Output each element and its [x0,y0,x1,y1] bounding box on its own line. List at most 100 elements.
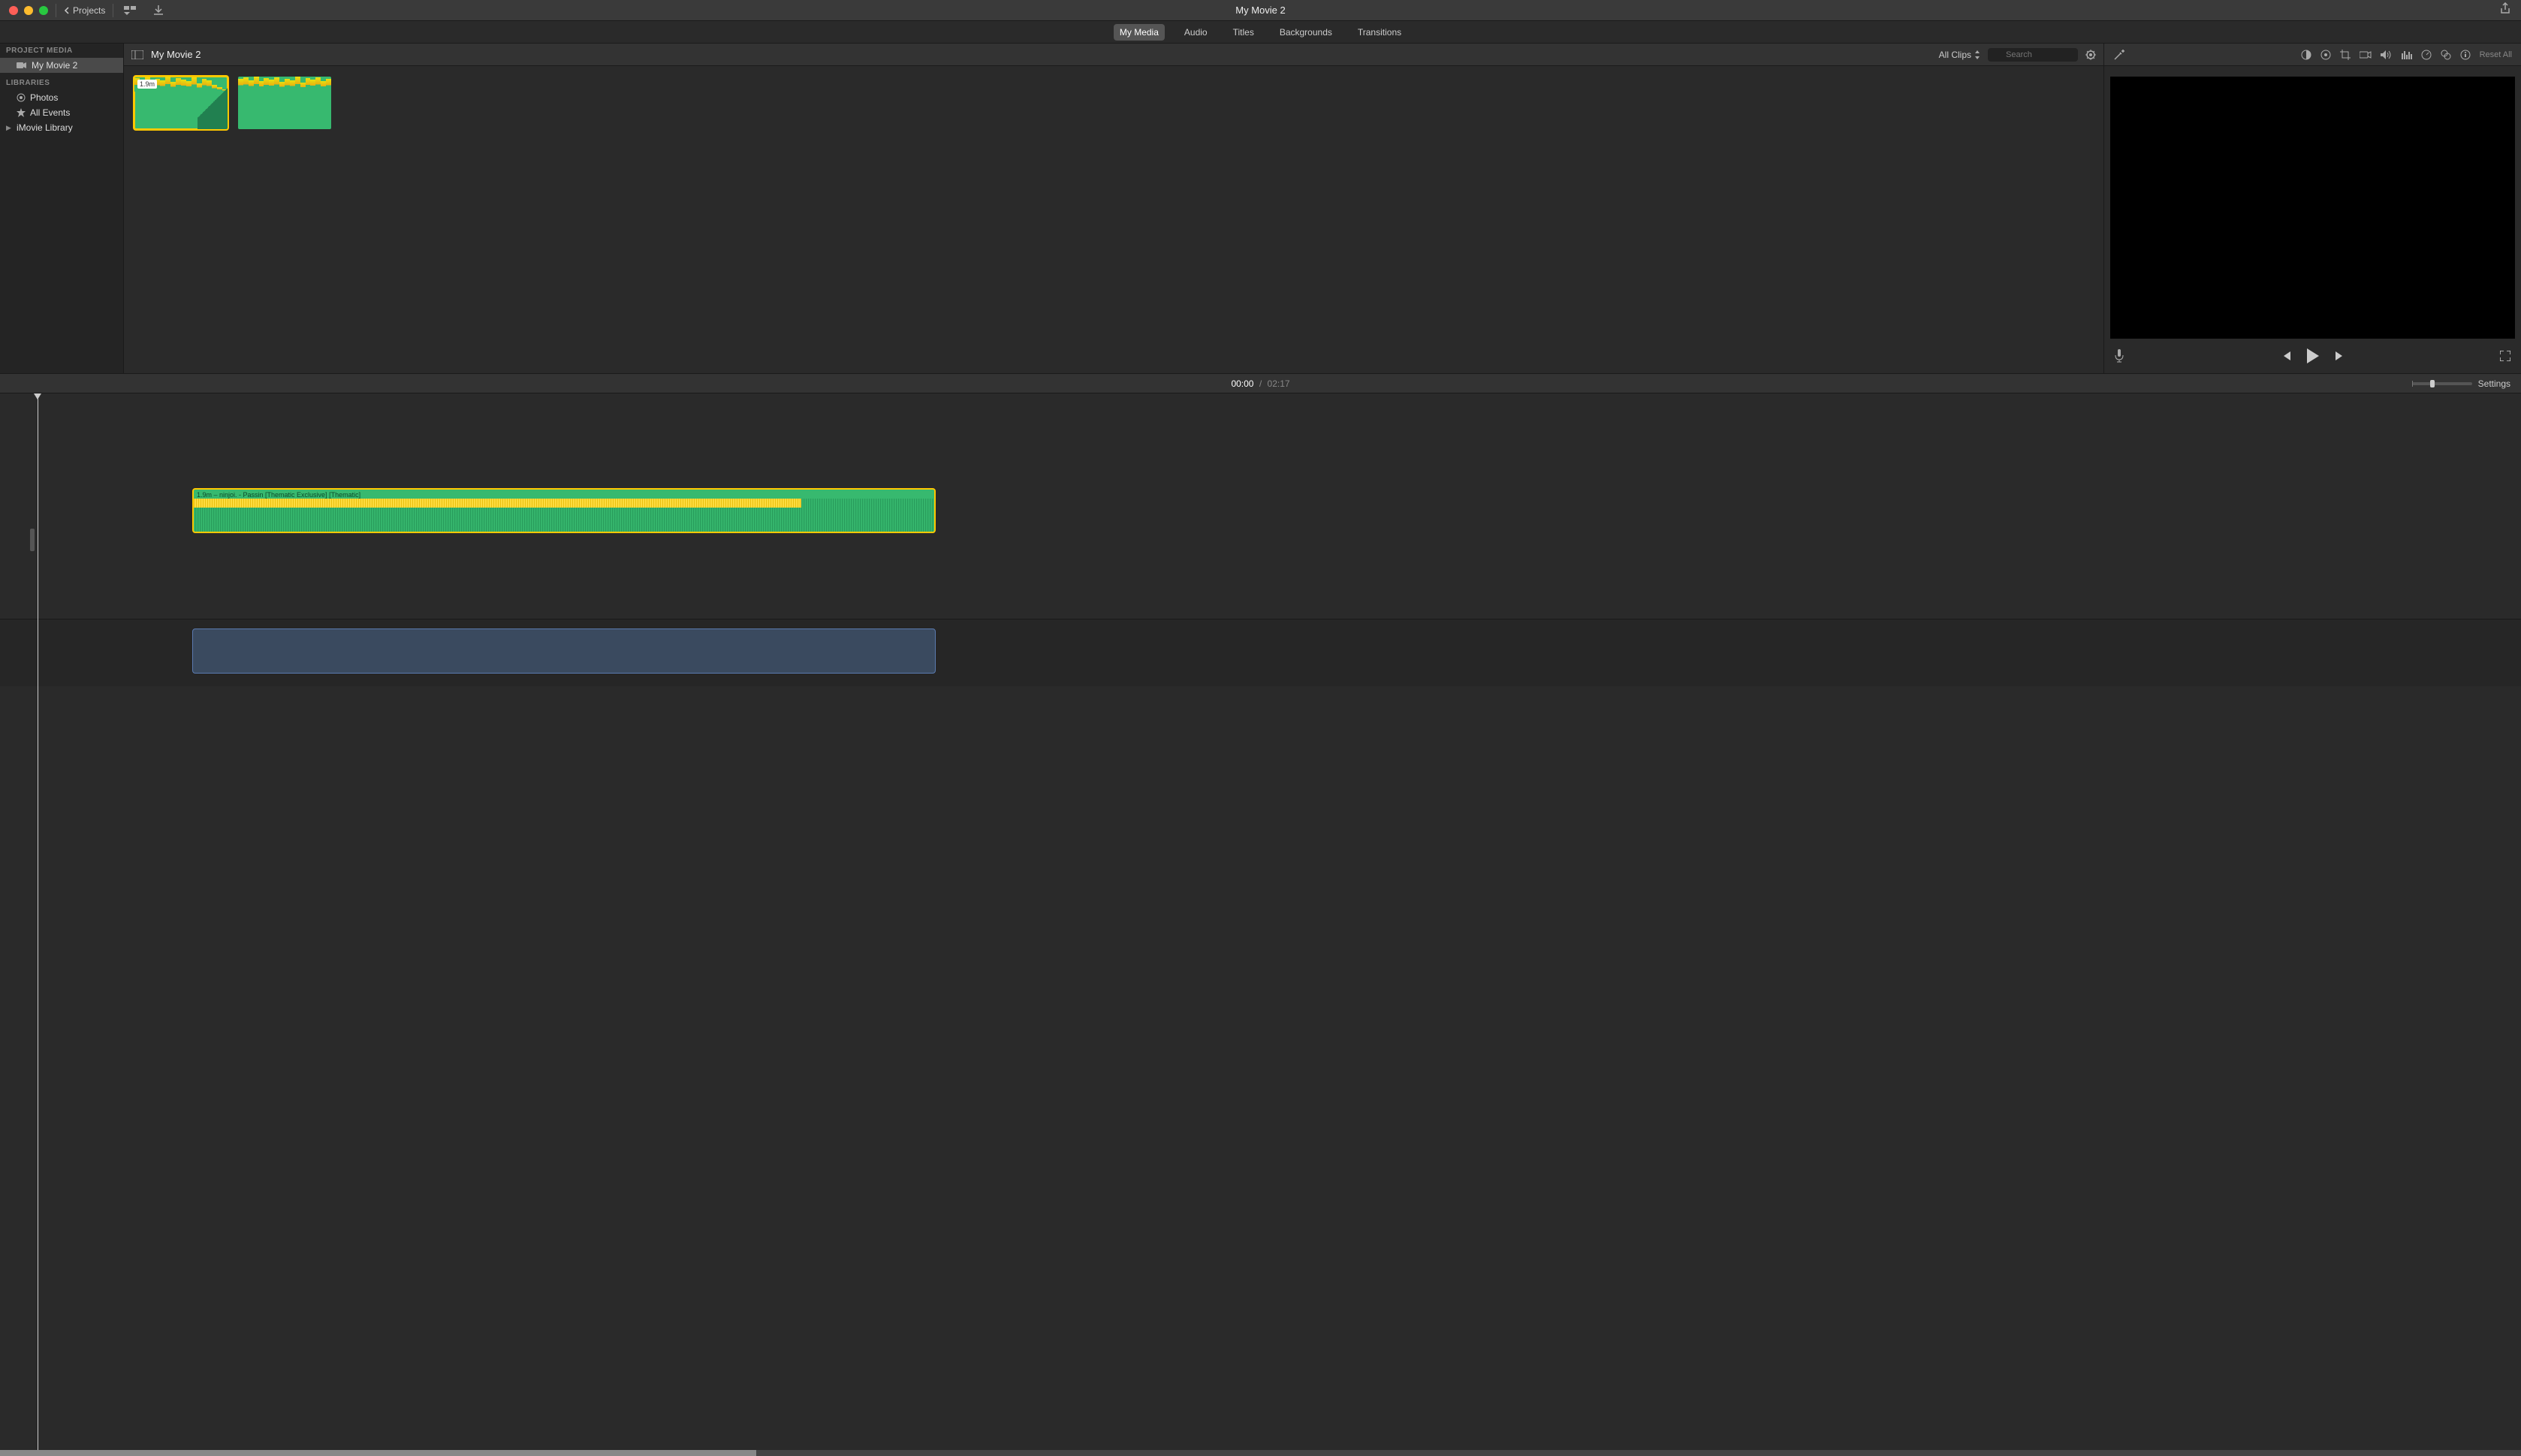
crop-button[interactable] [2340,50,2351,60]
info-icon [2460,50,2471,60]
current-time: 00:00 [1231,378,1253,389]
viewer-controls [2104,339,2521,373]
sidebar: PROJECT MEDIA My Movie 2 LIBRARIES Photo… [0,44,124,373]
titlebar: Projects My Movie 2 [0,0,2521,21]
info-button[interactable] [2460,50,2471,60]
viewer: Reset All [2104,44,2521,373]
browser-content[interactable]: 1.9m [124,66,2103,373]
bottom-status-bar [0,1450,2521,1456]
close-button[interactable] [9,6,18,15]
projects-label: Projects [73,5,105,16]
zoom-slider-thumb[interactable] [2430,380,2435,387]
gear-icon [2085,50,2096,60]
media-clip[interactable] [238,77,331,129]
tab-titles[interactable]: Titles [1227,24,1260,41]
clip-waveform-peaks [194,499,801,508]
timeline-zoom-controls: Settings [2412,378,2510,389]
sidebar-item-label: Photos [30,92,58,103]
media-clip[interactable]: 1.9m [134,77,228,129]
clip-filter-button[interactable] [2441,50,2451,60]
fullscreen-icon [2500,351,2510,361]
star-icon [17,108,26,117]
sidebar-section-project-media: PROJECT MEDIA [0,44,123,58]
timeline-audio-clip[interactable]: 1.9m – ninjoi. - Passin [Thematic Exclus… [192,488,936,533]
browser-title: My Movie 2 [151,49,1931,60]
speedometer-icon [2421,50,2432,60]
clip-fade [198,77,228,129]
tab-transitions[interactable]: Transitions [1352,24,1407,41]
sidebar-item-all-events[interactable]: All Events [0,105,123,120]
search-input[interactable] [1988,48,2078,62]
window-title: My Movie 2 [1235,5,1285,16]
magic-wand-icon [2113,49,2125,61]
sidebar-toggle-button[interactable] [131,50,143,59]
previous-button[interactable] [2280,350,2292,362]
voiceover-button[interactable] [2115,349,2124,363]
skip-forward-icon [2334,350,2346,362]
effects-icon [2441,50,2451,60]
play-icon [2305,348,2320,364]
color-wheel-icon [2320,50,2331,60]
total-duration: 02:17 [1268,378,1290,389]
crop-icon [2340,50,2351,60]
clip-waveform [238,77,331,92]
speed-button[interactable] [2421,50,2432,60]
clips-filter-label: All Clips [1939,50,1971,60]
color-correction-button[interactable] [2320,50,2331,60]
next-button[interactable] [2334,350,2346,362]
import-button[interactable] [154,5,163,16]
photos-icon [17,93,26,102]
skip-back-icon [2280,350,2292,362]
sidebar-item-photos[interactable]: Photos [0,90,123,105]
timeline-settings-button[interactable]: Settings [2478,378,2510,389]
reset-all-button[interactable]: Reset All [2480,50,2512,59]
minimize-button[interactable] [24,6,33,15]
timeline-time-display: 00:00 / 02:17 [1231,378,1289,389]
tab-backgrounds[interactable]: Backgrounds [1274,24,1338,41]
disclosure-icon[interactable]: ▶ [6,124,12,132]
share-button[interactable] [2500,2,2510,14]
browser-toolbar: My Movie 2 All Clips [124,44,2103,66]
sidebar-item-label: All Events [30,107,70,118]
timeline[interactable]: 1.9m – ninjoi. - Passin [Thematic Exclus… [0,393,2521,1450]
zoom-button[interactable] [39,6,48,15]
color-balance-button[interactable] [2301,50,2311,60]
stabilization-button[interactable] [2360,50,2372,59]
track-handle[interactable] [30,529,35,551]
volume-button[interactable] [2381,50,2393,60]
chevron-left-icon [64,7,70,14]
overview-clip[interactable] [192,629,936,674]
tab-audio[interactable]: Audio [1178,24,1214,41]
sidebar-item-label: iMovie Library [17,122,73,133]
zoom-slider[interactable] [2412,382,2472,385]
sidebar-toggle-icon [131,50,143,59]
tab-my-media[interactable]: My Media [1114,24,1165,41]
browser-settings-button[interactable] [2085,50,2096,60]
camcorder-icon [17,62,27,69]
color-balance-icon [2301,50,2311,60]
noise-reduction-button[interactable] [2402,50,2412,59]
time-separator: / [1259,378,1262,389]
view-mode-icon [124,6,136,15]
view-mode-button[interactable] [124,6,136,15]
projects-back-button[interactable]: Projects [64,5,105,16]
camera-icon [2360,50,2372,59]
timeline-overview[interactable] [0,619,2521,686]
speaker-icon [2381,50,2393,60]
viewer-canvas[interactable] [2110,77,2515,339]
media-browser: My Movie 2 All Clips [124,44,2104,373]
play-button[interactable] [2305,348,2320,364]
sidebar-item-imovie-library[interactable]: ▶ iMovie Library [0,120,123,135]
upper-area: PROJECT MEDIA My Movie 2 LIBRARIES Photo… [0,44,2521,374]
fullscreen-button[interactable] [2500,351,2510,361]
viewer-toolbar: Reset All [2104,44,2521,66]
content-tabs: My Media Audio Titles Backgrounds Transi… [0,21,2521,44]
import-icon [154,5,163,16]
clips-filter-dropdown[interactable]: All Clips [1939,50,1980,60]
up-down-icon [1974,50,1980,59]
timeline-tracks[interactable]: 1.9m – ninjoi. - Passin [Thematic Exclus… [0,393,2521,619]
clip-label: 1.9m – ninjoi. - Passin [Thematic Exclus… [197,491,360,499]
sidebar-item-project[interactable]: My Movie 2 [0,58,123,73]
equalizer-icon [2402,50,2412,59]
enhance-button[interactable] [2113,49,2125,61]
